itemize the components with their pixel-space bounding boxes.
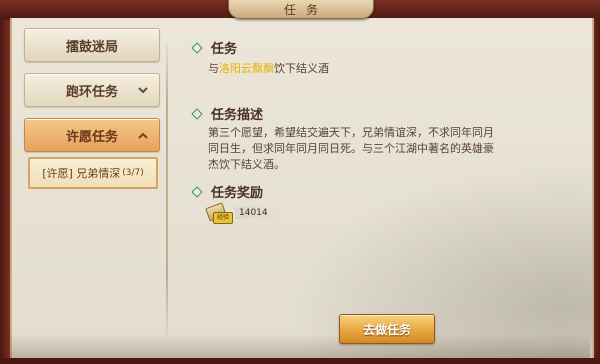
description-heading: 任务描述 (191, 104, 264, 123)
reward-heading: 任务奖励 (191, 182, 264, 201)
quest-window: 任务 擂鼓迷局 跑环任务 许愿任务 [许愿] 兄弟情深 (3/7) 任务 与洛阳… (0, 0, 600, 364)
menu-item-label: 许愿任务 (65, 129, 118, 145)
task-description: 第三个愿望，希望结交遍天下，兄弟情谊深，不求同年同月同日生，但求同年同月同日死。… (208, 126, 494, 171)
panel-divider (166, 42, 168, 338)
task-objective: 与洛阳云飘飘饮下结义酒 (208, 60, 329, 76)
task-heading: 任务 (191, 38, 238, 57)
task-prefix: 与 (208, 62, 219, 75)
chevron-up-icon[interactable] (135, 127, 151, 143)
diamond-bullet-icon (191, 107, 203, 120)
reward-value: 14014 (235, 207, 284, 219)
experience-badge: 经验 (213, 212, 233, 224)
window-left-border (0, 20, 10, 364)
diamond-bullet-icon (191, 41, 203, 54)
task-suffix: 饮下结义酒 (274, 62, 329, 75)
title-plate: 任务 (228, 0, 374, 19)
menu-item-label: 擂鼓迷局 (65, 39, 118, 55)
menu-item-label: 跑环任务 (65, 84, 118, 100)
go-do-task-button[interactable]: 去做任务 (339, 314, 435, 344)
reward-heading-label: 任务奖励 (211, 186, 264, 201)
chevron-down-icon[interactable] (135, 82, 151, 98)
quest-category-menu: 擂鼓迷局 跑环任务 许愿任务 [许愿] 兄弟情深 (3/7) (24, 28, 160, 189)
quest-item-progress: (3/7) (122, 168, 144, 178)
menu-item-leigu-miju[interactable]: 擂鼓迷局 (24, 28, 160, 62)
experience-scroll-icon: 经验 (205, 202, 233, 224)
bottom-shadow (10, 334, 590, 358)
task-heading-label: 任务 (211, 42, 238, 57)
menu-item-paohuan[interactable]: 跑环任务 (24, 73, 160, 107)
reward-item[interactable]: 经验 14014 (205, 202, 284, 224)
quest-item-label: [许愿] 兄弟情深 (42, 167, 121, 180)
window-title: 任务 (283, 2, 328, 17)
menu-item-xuyuan[interactable]: 许愿任务 (24, 118, 160, 152)
description-heading-label: 任务描述 (211, 108, 264, 123)
npc-link[interactable]: 洛阳云飘飘 (219, 62, 274, 75)
diamond-bullet-icon (191, 185, 203, 198)
window-bottom-border (0, 358, 600, 364)
quest-item-brotherhood[interactable]: [许愿] 兄弟情深 (3/7) (28, 157, 158, 189)
go-do-task-label: 去做任务 (362, 322, 411, 337)
